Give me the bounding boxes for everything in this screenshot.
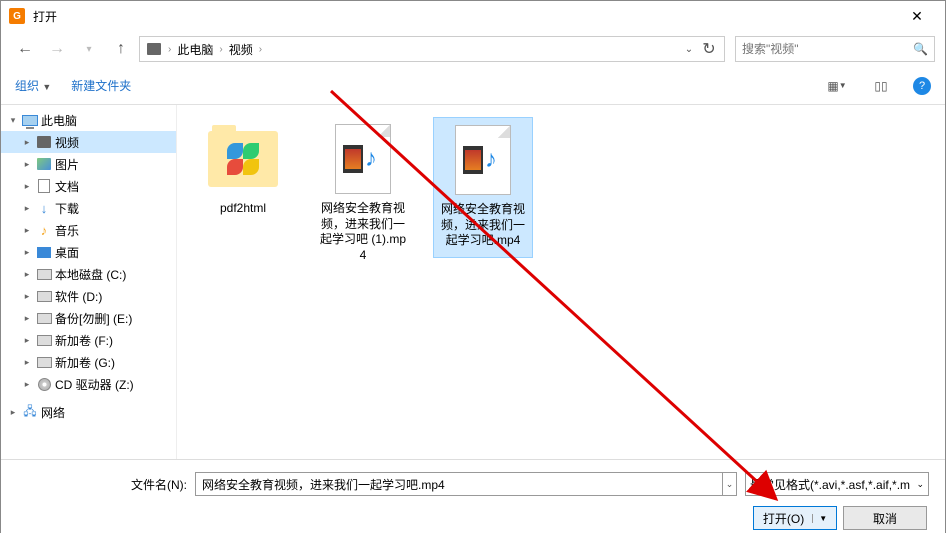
view-options-button[interactable]: ▦ ▼ [825, 74, 849, 98]
tree-drive-g[interactable]: 新加卷 (G:) [1, 351, 176, 373]
breadcrumb-videos[interactable]: 视频 [227, 39, 255, 60]
preview-pane-button[interactable]: ▯▯ [869, 74, 893, 98]
tree-drive-c[interactable]: 本地磁盘 (C:) [1, 263, 176, 285]
address-bar[interactable]: › 此电脑 › 视频 › ⌄ ↻ [139, 36, 725, 62]
video-file-icon: ♪ [447, 124, 519, 196]
main-area: 此电脑 视频 图片 文档 ↓下载 ♪音乐 桌面 本地磁盘 (C:) 软件 (D:… [1, 105, 945, 459]
file-folder-pdf2html[interactable]: pdf2html [193, 117, 293, 225]
breadcrumb-pc[interactable]: 此电脑 [175, 39, 215, 60]
help-button[interactable]: ? [913, 77, 931, 95]
chevron-icon[interactable]: › [217, 44, 224, 55]
app-icon: G [9, 8, 25, 24]
recent-dropdown[interactable]: ▾ [75, 35, 103, 63]
file-list[interactable]: pdf2html ♪ 网络安全教育视频，进来我们一起学习吧 (1).mp4 ♪ … [177, 105, 945, 459]
video-file-icon: ♪ [327, 123, 399, 195]
close-button[interactable]: ✕ [897, 2, 937, 30]
filename-label: 文件名(N): [17, 476, 187, 493]
nav-bar: ← → ▾ ↑ › 此电脑 › 视频 › ⌄ ↻ 🔍 [1, 31, 945, 67]
window-title: 打开 [33, 8, 897, 25]
tree-pc[interactable]: 此电脑 [1, 109, 176, 131]
refresh-button[interactable]: ↻ [698, 35, 720, 63]
tree-music[interactable]: ♪音乐 [1, 219, 176, 241]
chevron-icon[interactable]: › [166, 44, 173, 55]
new-folder-button[interactable]: 新建文件夹 [71, 77, 131, 94]
folder-icon [207, 123, 279, 195]
filename-dropdown[interactable]: ⌄ [723, 472, 737, 496]
filename-input[interactable] [195, 472, 723, 496]
video-location-icon [144, 39, 164, 59]
footer: 文件名(N): ⌄ 最常见格式(*.avi,*.asf,*.aif,*.m⌄ 打… [1, 459, 945, 544]
back-button[interactable]: ← [11, 35, 39, 63]
file-video-2[interactable]: ♪ 网络安全教育视频，进来我们一起学习吧.mp4 [433, 117, 533, 258]
up-button[interactable]: ↑ [107, 35, 135, 63]
tree-drive-f[interactable]: 新加卷 (F:) [1, 329, 176, 351]
forward-button[interactable]: → [43, 35, 71, 63]
tree-documents[interactable]: 文档 [1, 175, 176, 197]
tree-network[interactable]: 🖧网络 [1, 401, 176, 423]
open-button[interactable]: 打开(O)▼ [753, 506, 837, 530]
tree-drive-e[interactable]: 备份[勿删] (E:) [1, 307, 176, 329]
file-label: 网络安全教育视频，进来我们一起学习吧 (1).mp4 [317, 201, 409, 263]
file-type-filter[interactable]: 最常见格式(*.avi,*.asf,*.aif,*.m⌄ [745, 472, 929, 496]
file-label: pdf2html [197, 201, 289, 217]
address-dropdown[interactable]: ⌄ [680, 35, 698, 63]
titlebar: G 打开 ✕ [1, 1, 945, 31]
chevron-icon[interactable]: › [257, 44, 264, 55]
sidebar-tree[interactable]: 此电脑 视频 图片 文档 ↓下载 ♪音乐 桌面 本地磁盘 (C:) 软件 (D:… [1, 105, 177, 459]
cancel-button[interactable]: 取消 [843, 506, 927, 530]
tree-drive-z[interactable]: CD 驱动器 (Z:) [1, 373, 176, 395]
search-box[interactable]: 🔍 [735, 36, 935, 62]
tree-downloads[interactable]: ↓下载 [1, 197, 176, 219]
tree-videos[interactable]: 视频 [1, 131, 176, 153]
tree-drive-d[interactable]: 软件 (D:) [1, 285, 176, 307]
file-video-1[interactable]: ♪ 网络安全教育视频，进来我们一起学习吧 (1).mp4 [313, 117, 413, 271]
tree-pictures[interactable]: 图片 [1, 153, 176, 175]
search-input[interactable] [742, 42, 913, 56]
tree-desktop[interactable]: 桌面 [1, 241, 176, 263]
toolbar: 组织 ▼ 新建文件夹 ▦ ▼ ▯▯ ? [1, 67, 945, 105]
organize-button[interactable]: 组织 ▼ [15, 77, 51, 94]
file-label: 网络安全教育视频，进来我们一起学习吧.mp4 [438, 202, 528, 249]
search-icon[interactable]: 🔍 [913, 42, 928, 56]
